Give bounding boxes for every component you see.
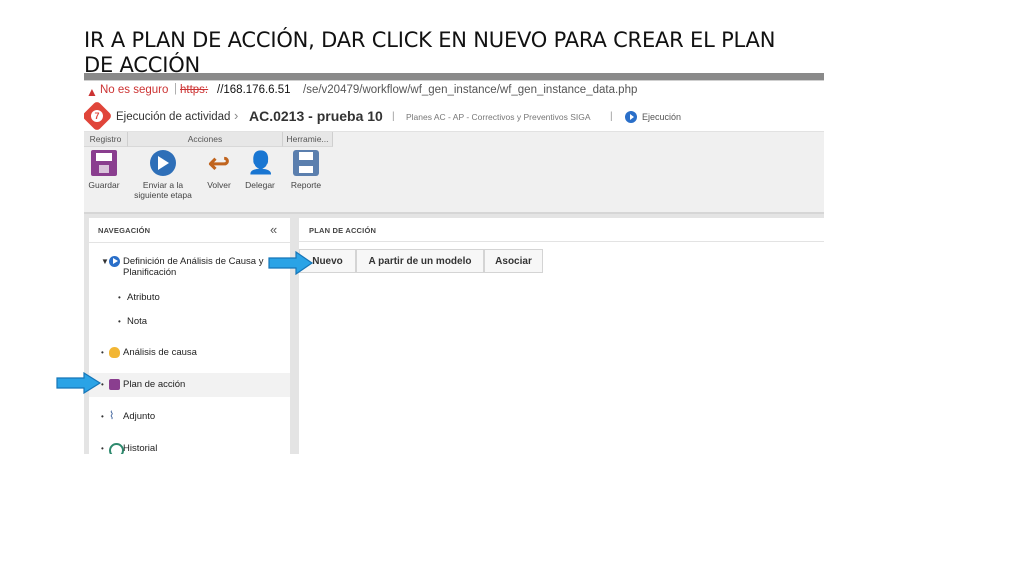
nav-item-historial[interactable]: • Historial: [89, 443, 290, 454]
header-divider: |: [392, 111, 395, 122]
url-host: //168.176.6.51: [217, 84, 291, 96]
nav-item-label: Atributo: [127, 292, 160, 303]
associate-button[interactable]: Asociar: [484, 249, 543, 273]
play-circle-icon: [109, 256, 120, 267]
from-model-button[interactable]: A partir de un modelo: [356, 249, 484, 273]
cube-icon: [109, 379, 120, 390]
expand-caret-icon[interactable]: ▼: [101, 257, 109, 266]
nav-item-plan-accion[interactable]: • Plan de acción: [89, 373, 290, 397]
chevron-right-icon: ›: [234, 108, 239, 123]
save-button-label: Guardar: [88, 180, 120, 190]
panel-divider: [299, 241, 824, 242]
slide-title: IR A PLAN DE ACCIÓN, DAR CLICK EN NUEVO …: [84, 28, 776, 77]
record-title: AC.0213 - prueba 10: [249, 108, 383, 124]
group-label-registro: Registro: [84, 132, 128, 147]
app-logo-badge: 7: [91, 110, 103, 122]
navigation-header: NAVEGACIÓN «: [89, 218, 290, 243]
header-divider: |: [610, 111, 613, 122]
nav-item-nota[interactable]: • Nota: [89, 316, 290, 328]
warning-icon: ▲: [86, 85, 98, 99]
content-area: NAVEGACIÓN « ▼ Definición de Análisis de…: [84, 214, 824, 454]
nav-item-label: Nota: [127, 316, 148, 327]
history-icon: [109, 443, 124, 454]
annotation-arrow-plan-accion: [56, 372, 102, 394]
nav-item-label: Definición de Análisis de Causa y Planif…: [123, 256, 264, 278]
bullet-icon: •: [101, 412, 104, 421]
app-header: 7 Ejecución de actividad › AC.0213 - pru…: [84, 100, 824, 132]
nav-item-label: Adjunto: [123, 411, 156, 422]
bullet-icon: •: [118, 293, 121, 302]
browser-top-edge: [84, 73, 824, 81]
process-name: Planes AC - AP - Correctivos y Preventiv…: [406, 112, 591, 122]
nav-item-label: Historial: [123, 443, 158, 454]
address-separator: |: [174, 83, 177, 95]
app-screenshot: ▲ No es seguro | https: //168.176.6.51 /…: [84, 73, 824, 454]
navigation-title: NAVEGACIÓN: [98, 226, 151, 235]
url-path: /se/v20479/workflow/wf_gen_instance/wf_g…: [303, 84, 638, 96]
panel-title: PLAN DE ACCIÓN: [309, 226, 377, 235]
nav-item-definicion[interactable]: ▼ Definición de Análisis de Causa y Plan…: [89, 256, 290, 282]
send-next-stage-button[interactable]: Enviar a la siguiente etapa: [132, 150, 194, 200]
back-button-label: Volver: [207, 180, 231, 190]
ribbon-toolbar: Registro Acciones Herramie... Guardar En…: [84, 132, 824, 214]
back-button[interactable]: ↩ Volver: [202, 150, 236, 190]
delegate-button-label: Delegar: [245, 180, 275, 190]
app-title: Ejecución de actividad: [116, 111, 231, 123]
arrow-right-icon: [150, 150, 176, 176]
group-label-acciones: Acciones: [128, 132, 283, 147]
play-icon: [625, 111, 637, 123]
collapse-icon[interactable]: «: [270, 222, 277, 237]
save-button[interactable]: Guardar: [86, 150, 122, 190]
navigation-panel: NAVEGACIÓN « ▼ Definición de Análisis de…: [89, 218, 290, 454]
address-bar[interactable]: ▲ No es seguro | https: //168.176.6.51 /…: [84, 81, 824, 102]
nav-item-label: Análisis de causa: [123, 347, 197, 358]
paperclip-icon: ⌇: [109, 410, 115, 422]
url-protocol: https:: [180, 84, 209, 96]
status-label: Ejecución: [642, 112, 682, 122]
send-button-label: Enviar a la siguiente etapa: [134, 180, 192, 200]
report-button-label: Reporte: [290, 180, 322, 190]
security-warning[interactable]: No es seguro: [100, 84, 168, 96]
bullet-icon: •: [101, 348, 104, 357]
annotation-arrow-nuevo: [268, 251, 314, 275]
save-icon: [91, 150, 117, 176]
delegate-button[interactable]: 👤 Delegar: [242, 150, 278, 190]
report-button[interactable]: Reporte: [288, 150, 324, 190]
delegate-user-icon: 👤: [247, 150, 275, 175]
printer-icon: [293, 150, 319, 176]
bullet-icon: •: [118, 317, 121, 326]
nav-item-label: Plan de acción: [123, 379, 186, 390]
undo-arrow-icon: ↩: [208, 148, 230, 178]
lightbulb-icon: [109, 347, 120, 358]
nav-item-atributo[interactable]: • Atributo: [89, 292, 290, 304]
nav-item-adjunto[interactable]: • ⌇ Adjunto: [89, 411, 290, 423]
bullet-icon: •: [101, 444, 104, 453]
action-plan-panel: PLAN DE ACCIÓN Nuevo A partir de un mode…: [299, 218, 824, 454]
group-label-herramientas: Herramie...: [283, 132, 333, 147]
nav-item-analisis[interactable]: • Análisis de causa: [89, 347, 290, 359]
